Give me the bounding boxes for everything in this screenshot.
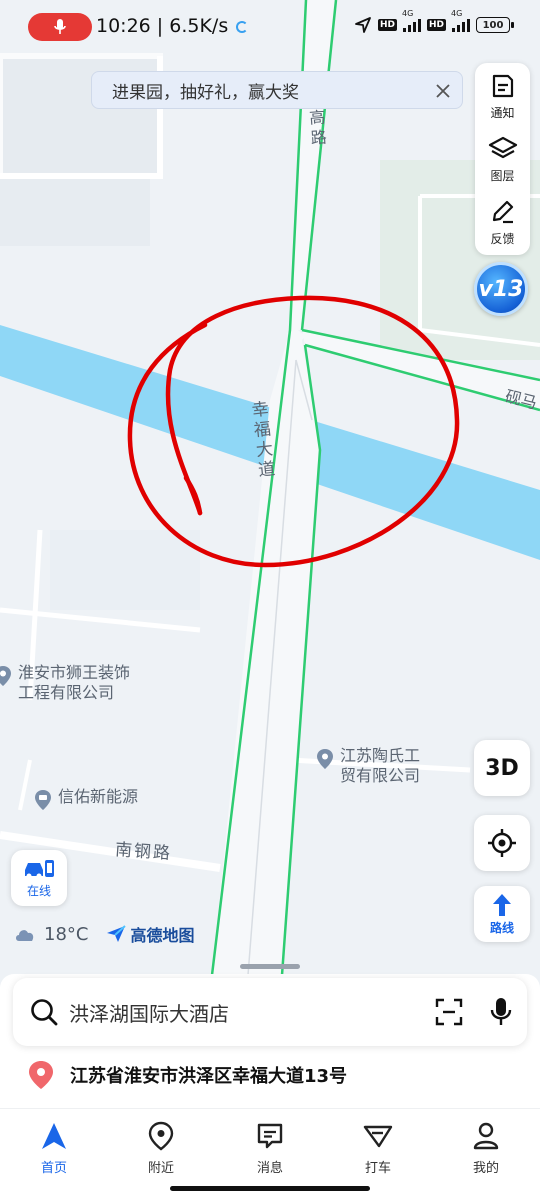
- tab-taxi[interactable]: 打车: [338, 1121, 418, 1176]
- poi-name-line2: 贸有限公司: [340, 766, 421, 785]
- scan-button[interactable]: [423, 998, 475, 1026]
- scan-icon: [435, 998, 463, 1026]
- layers-icon: [488, 136, 517, 158]
- tab-label: 我的: [472, 1161, 499, 1176]
- voice-recording-indicator[interactable]: [28, 13, 92, 41]
- promo-banner[interactable]: 进果园，抽好礼，赢大奖: [91, 71, 463, 109]
- route-label: 路线: [489, 920, 514, 935]
- microphone-icon: [490, 998, 512, 1025]
- amap-logo-icon: [107, 925, 127, 942]
- location-pin-icon: [29, 1061, 53, 1089]
- location-pin-icon: [0, 666, 11, 686]
- status-bar: 10:26 | 6.5K/s HD 4G HD 4G 100: [0, 0, 540, 56]
- poi-name-line1: 江苏陶氏工: [340, 746, 421, 765]
- battery-icon: 100: [476, 17, 514, 33]
- tab-label: 首页: [40, 1161, 67, 1176]
- hd-badge: HD: [426, 19, 446, 31]
- home-indicator[interactable]: [170, 1186, 370, 1191]
- signal-icon: 4G: [451, 9, 470, 32]
- poi-shiwang[interactable]: 淮安市狮王装饰 工程有限公司: [0, 663, 130, 703]
- location-pin-icon: [148, 1121, 174, 1151]
- person-icon: [473, 1122, 499, 1150]
- search-bar[interactable]: 洪泽湖国际大酒店: [13, 978, 527, 1046]
- voice-search-button[interactable]: [475, 997, 527, 1027]
- poi-name-line1: 信佑新能源: [58, 787, 139, 806]
- hd-badge: HD: [377, 19, 397, 31]
- feedback-button[interactable]: 反馈: [475, 191, 530, 253]
- locate-me-button[interactable]: [474, 815, 530, 871]
- status-icons: HD 4G HD 4G 100: [354, 9, 514, 34]
- cloud-icon: [16, 930, 34, 941]
- crosshair-icon: [488, 829, 516, 857]
- online-car-button[interactable]: 在线: [11, 850, 67, 906]
- message-icon: [257, 1123, 283, 1149]
- tab-profile[interactable]: 我的: [446, 1121, 526, 1176]
- clock: 10:26: [96, 15, 151, 37]
- three-d-toggle-button[interactable]: 3D: [474, 740, 530, 796]
- poi-xinyou[interactable]: 信佑新能源: [34, 787, 138, 811]
- signal-icon: 4G: [402, 9, 421, 32]
- tab-home[interactable]: 首页: [14, 1121, 94, 1176]
- status-time-speed: 10:26 | 6.5K/s: [96, 15, 249, 37]
- current-address[interactable]: 江苏省淮安市洪泽区幸福大道13号: [28, 1060, 347, 1090]
- poi-name-line1: 淮安市狮王装饰: [18, 663, 131, 682]
- car-pin-icon: [35, 790, 51, 810]
- tab-nearby[interactable]: 附近: [121, 1121, 201, 1176]
- online-label: 在线: [26, 883, 51, 898]
- tab-messages[interactable]: 消息: [230, 1121, 310, 1176]
- poi-taoshi[interactable]: 江苏陶氏工 贸有限公司: [316, 746, 420, 786]
- temperature: 18°C: [44, 923, 89, 945]
- amap-logo: 高德地图: [106, 922, 195, 946]
- tab-label: 消息: [256, 1161, 283, 1176]
- address-text: 江苏省淮安市洪泽区幸福大道13号: [70, 1066, 348, 1087]
- notice-label: 通知: [490, 105, 515, 120]
- notice-icon: [492, 74, 513, 97]
- road-label-south: 南钢路: [114, 840, 173, 864]
- close-icon[interactable]: [430, 78, 456, 104]
- search-icon: [31, 999, 58, 1026]
- navigation-arrow-icon: [42, 1123, 66, 1149]
- network-speed: 6.5K/s: [169, 15, 229, 37]
- location-pin-icon: [317, 749, 333, 769]
- route-button[interactable]: 路线: [474, 886, 530, 942]
- map-toolbar: 通知 图层 反馈: [475, 63, 530, 255]
- microphone-icon: [54, 19, 66, 34]
- poi-name-line2: 工程有限公司: [18, 683, 115, 702]
- tab-label: 打车: [364, 1161, 391, 1176]
- car-phone-icon: [25, 859, 54, 878]
- notice-button[interactable]: 通知: [475, 65, 530, 127]
- tab-label: 附近: [147, 1161, 174, 1176]
- layers-button[interactable]: 图层: [475, 128, 530, 190]
- feedback-label: 反馈: [490, 231, 515, 246]
- weather-widget[interactable]: 18°C 高德地图: [14, 922, 195, 946]
- version-badge-button[interactable]: v13: [474, 262, 528, 316]
- sheet-drag-handle[interactable]: [240, 964, 300, 969]
- taxi-icon: [363, 1125, 393, 1148]
- layers-label: 图层: [490, 168, 515, 183]
- location-arrow-icon: [355, 17, 371, 33]
- search-input[interactable]: 洪泽湖国际大酒店: [69, 998, 423, 1027]
- route-arrow-icon: [493, 893, 511, 916]
- loading-icon: [236, 20, 249, 33]
- brand-name: 高德地图: [130, 926, 195, 945]
- edit-pencil-icon: [492, 200, 513, 223]
- road-label-top: 高路: [308, 107, 328, 148]
- promo-banner-text: 进果园，抽好礼，赢大奖: [112, 82, 299, 103]
